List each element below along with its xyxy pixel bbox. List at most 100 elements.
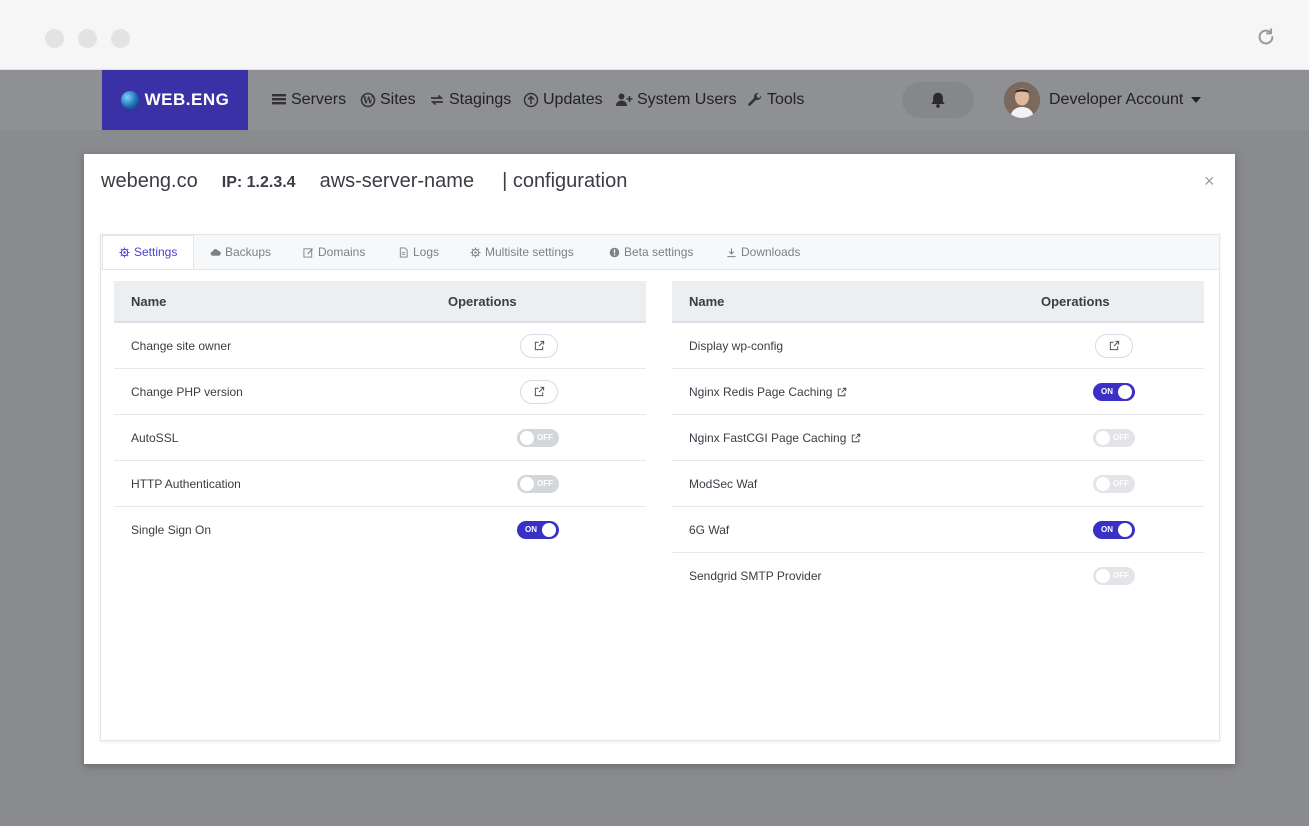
toggle-state-label: ON	[1101, 386, 1113, 396]
toggle-knob	[1118, 384, 1132, 399]
tab-label: Downloads	[741, 245, 801, 259]
modal-title: webeng.co IP: 1.2.3.4 aws-server-name | …	[101, 170, 627, 196]
brand-logo[interactable]: WEB.ENG	[102, 70, 248, 130]
nav-item-stagings[interactable]: Stagings	[429, 70, 511, 130]
nav-label: Servers	[291, 91, 347, 108]
cloud-icon	[210, 248, 221, 256]
nginx-fastcgi-page-caching-toggle[interactable]: OFF	[1093, 428, 1135, 447]
tab-label: Settings	[134, 245, 178, 259]
gear-icon	[470, 246, 481, 258]
sendgrid-smtp-provider-toggle[interactable]: OFF	[1093, 566, 1135, 585]
tab-label: Backups	[225, 245, 272, 259]
row-name-text: Nginx FastCGI Page Caching	[689, 430, 847, 445]
download-icon	[727, 247, 736, 257]
nav-item-updates[interactable]: Updates	[523, 70, 603, 130]
notifications-button[interactable]	[902, 82, 974, 118]
column-operations-header: Operations	[1041, 293, 1110, 309]
wordpress-icon: W	[360, 92, 376, 108]
table-row: Change PHP version	[114, 369, 646, 415]
row-name: Change site owner	[131, 338, 232, 353]
toggle-knob	[542, 522, 556, 537]
external-link-icon	[534, 386, 544, 397]
top-navbar: WEB.ENG Servers W Sites Stagings Updates…	[0, 70, 1309, 130]
tab-backups[interactable]: Backups	[210, 235, 271, 269]
document-icon	[399, 246, 408, 258]
settings-table-right: Name Operations Display wp-config Nginx …	[672, 281, 1204, 598]
external-link-icon[interactable]	[837, 387, 847, 397]
single-sign-on-toggle[interactable]: ON	[517, 520, 559, 539]
brand-name: WEB.ENG	[144, 90, 230, 109]
row-name-text: Nginx Redis Page Caching	[689, 384, 833, 399]
account-menu[interactable]: Developer Account	[1049, 70, 1202, 130]
close-icon[interactable]: ×	[1204, 171, 1215, 192]
row-name: AutoSSL	[131, 430, 179, 445]
table-row: 6G Waf ON	[672, 507, 1204, 553]
window-maximize-dot[interactable]	[111, 29, 130, 48]
nav-item-servers[interactable]: Servers	[271, 70, 346, 130]
external-link-icon	[1109, 340, 1119, 351]
user-plus-icon	[616, 93, 633, 106]
tab-logs[interactable]: Logs	[398, 235, 439, 269]
tab-label: Beta settings	[624, 245, 694, 259]
6g-waf-toggle[interactable]: ON	[1093, 520, 1135, 539]
open-change-php-version-button[interactable]	[520, 379, 558, 404]
window-close-dot[interactable]	[45, 29, 64, 48]
toggle-state-label: OFF	[537, 432, 553, 442]
external-link-icon	[534, 340, 544, 351]
tab-multisite-settings[interactable]: Multisite settings	[470, 235, 574, 269]
gear-icon	[119, 246, 130, 258]
avatar[interactable]	[1004, 82, 1040, 118]
table-row: AutoSSL OFF	[114, 415, 646, 461]
open-change-site-owner-button[interactable]	[520, 333, 558, 358]
table-row: Display wp-config	[672, 323, 1204, 369]
nav-item-tools[interactable]: Tools	[747, 70, 804, 130]
tab-settings[interactable]: Settings	[102, 235, 195, 269]
configuration-modal: webeng.co IP: 1.2.3.4 aws-server-name | …	[84, 154, 1235, 764]
table-row: Sendgrid SMTP Provider OFF	[672, 553, 1204, 598]
server-list-icon	[272, 94, 286, 105]
reload-icon[interactable]	[1255, 26, 1277, 48]
http-authentication-toggle[interactable]: OFF	[517, 474, 559, 493]
table-row: Single Sign On ON	[114, 507, 646, 552]
edit-icon	[303, 247, 314, 258]
row-name: Sendgrid SMTP Provider	[689, 568, 822, 583]
display-wp-config-button[interactable]	[1095, 333, 1133, 358]
row-name: HTTP Authentication	[131, 476, 241, 491]
tab-bar: Settings Backups Domains Logs Multisite …	[101, 235, 1219, 270]
tab-downloads[interactable]: Downloads	[726, 235, 800, 269]
nav-item-system-users[interactable]: System Users	[615, 70, 737, 130]
sync-icon	[430, 94, 444, 106]
table-row: ModSec Waf OFF	[672, 461, 1204, 507]
external-link-icon[interactable]	[851, 433, 861, 443]
toggle-knob	[520, 430, 534, 445]
tab-beta-settings[interactable]: Beta settings	[609, 235, 693, 269]
toggle-state-label: OFF	[1113, 570, 1129, 580]
column-name-header: Name	[131, 293, 167, 309]
row-name: Single Sign On	[131, 522, 212, 537]
nav-item-sites[interactable]: W Sites	[360, 70, 416, 130]
tab-domains[interactable]: Domains	[303, 235, 365, 269]
column-name-header: Name	[689, 293, 725, 309]
table-row: Nginx Redis Page Caching ON	[672, 369, 1204, 415]
window-minimize-dot[interactable]	[78, 29, 97, 48]
autossl-toggle[interactable]: OFF	[517, 428, 559, 447]
user-photo-icon	[1004, 82, 1040, 118]
nginx-redis-page-caching-toggle[interactable]: ON	[1093, 382, 1135, 401]
globe-icon	[120, 91, 139, 109]
row-name: ModSec Waf	[689, 476, 758, 491]
tab-label: Logs	[413, 245, 440, 259]
table-row: Nginx FastCGI Page Caching OFF	[672, 415, 1204, 461]
toggle-state-label: OFF	[537, 478, 553, 488]
table-row: HTTP Authentication OFF	[114, 461, 646, 507]
section-title: | configuration	[502, 170, 628, 192]
nav-label: Sites	[380, 91, 416, 108]
toggle-knob	[520, 476, 534, 491]
tab-label: Multisite settings	[485, 245, 574, 259]
caret-down-icon	[1191, 97, 1202, 103]
modsec-waf-toggle[interactable]: OFF	[1093, 474, 1135, 493]
toggle-state-label: OFF	[1113, 478, 1129, 488]
row-name: Nginx FastCGI Page Caching	[689, 431, 861, 445]
settings-panel: Settings Backups Domains Logs Multisite …	[100, 234, 1220, 741]
svg-text:W: W	[362, 97, 374, 107]
toggle-state-label: ON	[525, 524, 537, 534]
